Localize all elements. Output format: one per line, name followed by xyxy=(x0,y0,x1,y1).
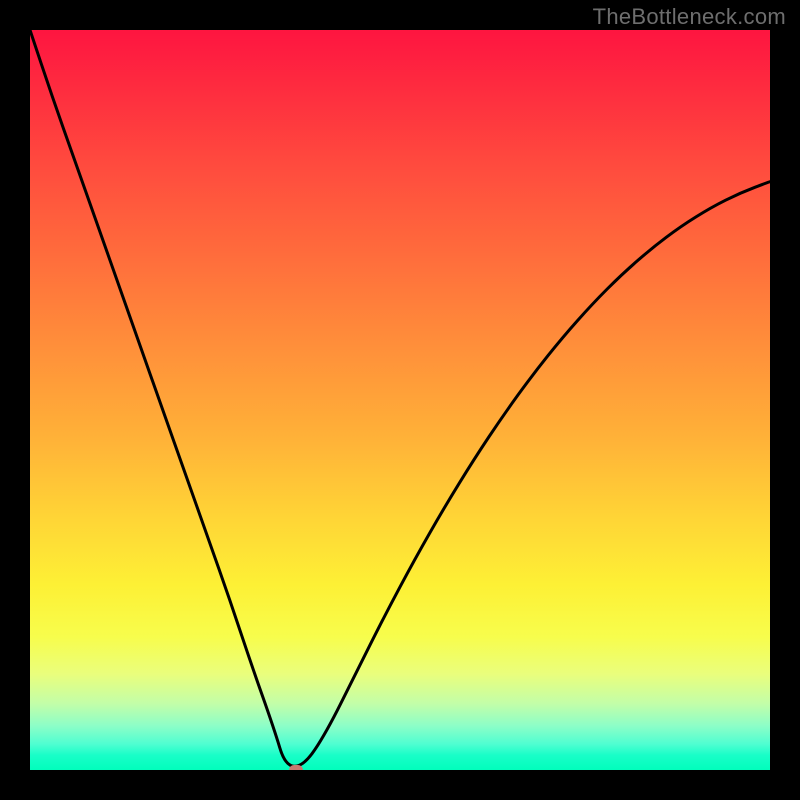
chart-frame: TheBottleneck.com xyxy=(0,0,800,800)
watermark-text: TheBottleneck.com xyxy=(593,4,786,30)
plot-area xyxy=(30,30,770,770)
bottleneck-curve xyxy=(30,30,770,770)
optimum-marker xyxy=(289,765,303,770)
